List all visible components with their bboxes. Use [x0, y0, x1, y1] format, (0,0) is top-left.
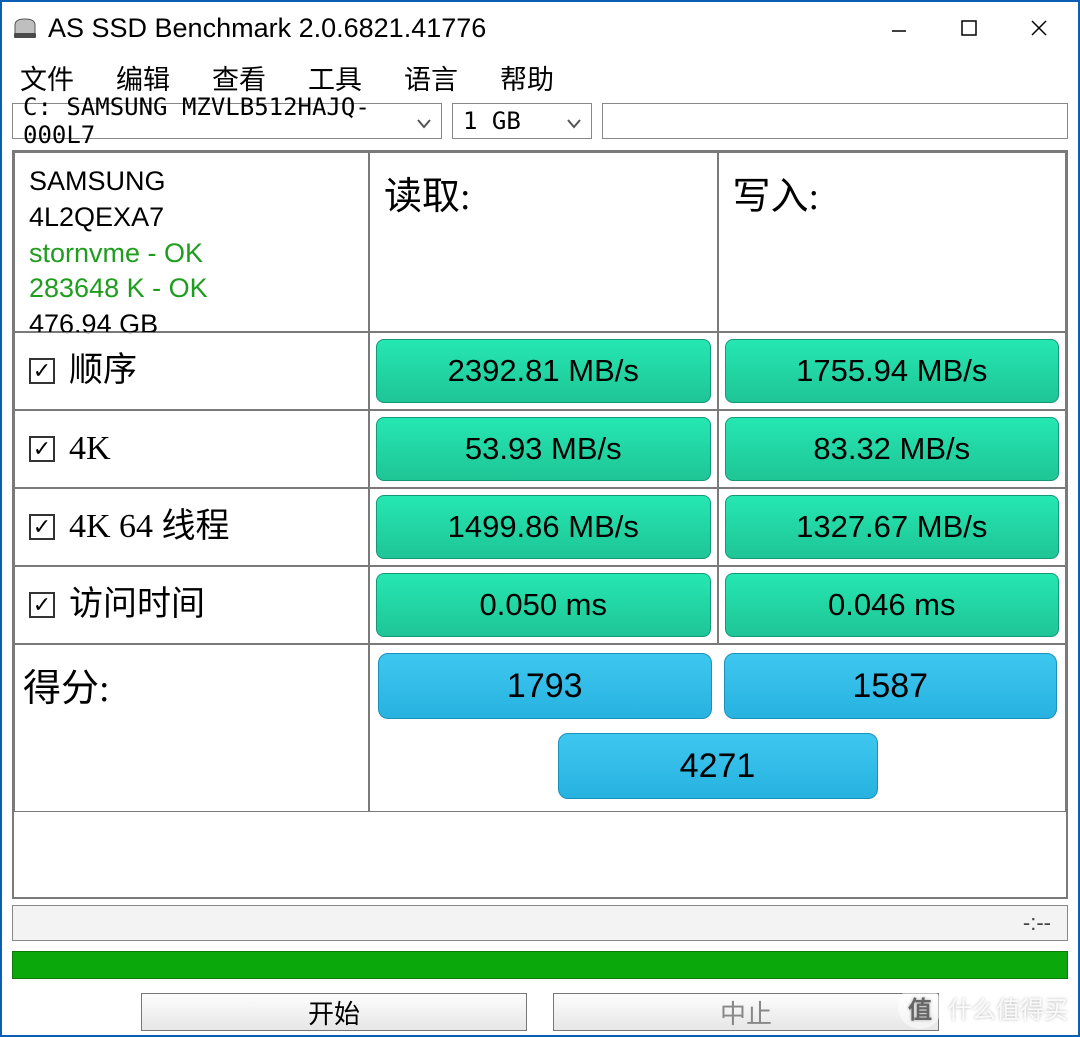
- access-read-value: 0.050 ms: [376, 573, 711, 637]
- score-write: 1587: [724, 653, 1058, 719]
- row-4k-label: ✓ 4K: [14, 410, 369, 488]
- score-label: 得分:: [14, 644, 369, 812]
- app-icon: [10, 16, 40, 40]
- row-access-write: 0.046 ms: [718, 566, 1067, 644]
- row-4k64-write: 1327.67 MB/s: [718, 488, 1067, 566]
- access-write-value: 0.046 ms: [725, 573, 1060, 637]
- row-access-read: 0.050 ms: [369, 566, 718, 644]
- row-4k64-text: 4K 64 线程: [69, 510, 230, 544]
- close-button[interactable]: [1004, 2, 1074, 54]
- score-block: 1793 1587 4271: [369, 644, 1066, 812]
- row-4k-text: 4K: [69, 432, 111, 466]
- row-seq-write: 1755.94 MB/s: [718, 332, 1067, 410]
- minimize-button[interactable]: [864, 2, 934, 54]
- drive-select[interactable]: C: SAMSUNG MZVLB512HAJQ-000L7: [12, 103, 442, 139]
- window-root: AS SSD Benchmark 2.0.6821.41776 文件 编辑 查看…: [0, 0, 1080, 1037]
- drive-info-cell: SAMSUNG 4L2QEXA7 stornvme - OK 283648 K …: [14, 152, 369, 332]
- size-select[interactable]: 1 GB: [452, 103, 592, 139]
- row-access-text: 访问时间: [69, 588, 205, 622]
- header-read: 读取:: [369, 152, 718, 332]
- chevron-down-icon: [405, 107, 431, 135]
- row-seq-text: 顺序: [69, 354, 137, 388]
- titlebar: AS SSD Benchmark 2.0.6821.41776: [2, 2, 1078, 54]
- size-select-value: 1 GB: [463, 107, 521, 135]
- chevron-down-icon: [555, 107, 581, 135]
- path-field[interactable]: [602, 103, 1068, 139]
- row-access-label: ✓ 访问时间: [14, 566, 369, 644]
- 4k64-read-value: 1499.86 MB/s: [376, 495, 711, 559]
- drive-alignment: 283648 K - OK: [29, 272, 208, 306]
- results-grid: SAMSUNG 4L2QEXA7 stornvme - OK 283648 K …: [12, 150, 1068, 899]
- row-seq-checkbox[interactable]: ✓: [29, 358, 55, 384]
- drive-model: 4L2QEXA7: [29, 201, 164, 235]
- row-4k64-checkbox[interactable]: ✓: [29, 514, 55, 540]
- score-read: 1793: [378, 653, 712, 719]
- button-row: 开始 中止: [2, 979, 1078, 1035]
- menu-language[interactable]: 语言: [400, 56, 462, 99]
- row-4k64-label: ✓ 4K 64 线程: [14, 488, 369, 566]
- row-4k-read: 53.93 MB/s: [369, 410, 718, 488]
- drive-select-value: C: SAMSUNG MZVLB512HAJQ-000L7: [23, 93, 405, 149]
- maximize-button[interactable]: [934, 2, 1004, 54]
- row-4k64-read: 1499.86 MB/s: [369, 488, 718, 566]
- window-title: AS SSD Benchmark 2.0.6821.41776: [48, 13, 864, 44]
- 4k64-write-value: 1327.67 MB/s: [725, 495, 1060, 559]
- seq-write-value: 1755.94 MB/s: [725, 339, 1060, 403]
- start-button[interactable]: 开始: [141, 993, 527, 1031]
- row-4k-checkbox[interactable]: ✓: [29, 436, 55, 462]
- 4k-write-value: 83.32 MB/s: [725, 417, 1060, 481]
- score-total: 4271: [558, 733, 878, 799]
- toolbar: C: SAMSUNG MZVLB512HAJQ-000L7 1 GB: [2, 100, 1078, 148]
- 4k-read-value: 53.93 MB/s: [376, 417, 711, 481]
- seq-read-value: 2392.81 MB/s: [376, 339, 711, 403]
- row-seq-read: 2392.81 MB/s: [369, 332, 718, 410]
- row-4k-write: 83.32 MB/s: [718, 410, 1067, 488]
- row-seq-label: ✓ 顺序: [14, 332, 369, 410]
- progress-bar: -:--: [12, 905, 1068, 941]
- drive-vendor: SAMSUNG: [29, 165, 166, 199]
- status-area: -:--: [12, 899, 1068, 979]
- header-write: 写入:: [718, 152, 1067, 332]
- completion-bar: [12, 951, 1068, 979]
- drive-driver: stornvme - OK: [29, 237, 203, 271]
- progress-time: -:--: [1023, 910, 1051, 936]
- row-access-checkbox[interactable]: ✓: [29, 592, 55, 618]
- menu-help[interactable]: 帮助: [496, 56, 558, 99]
- stop-button[interactable]: 中止: [553, 993, 939, 1031]
